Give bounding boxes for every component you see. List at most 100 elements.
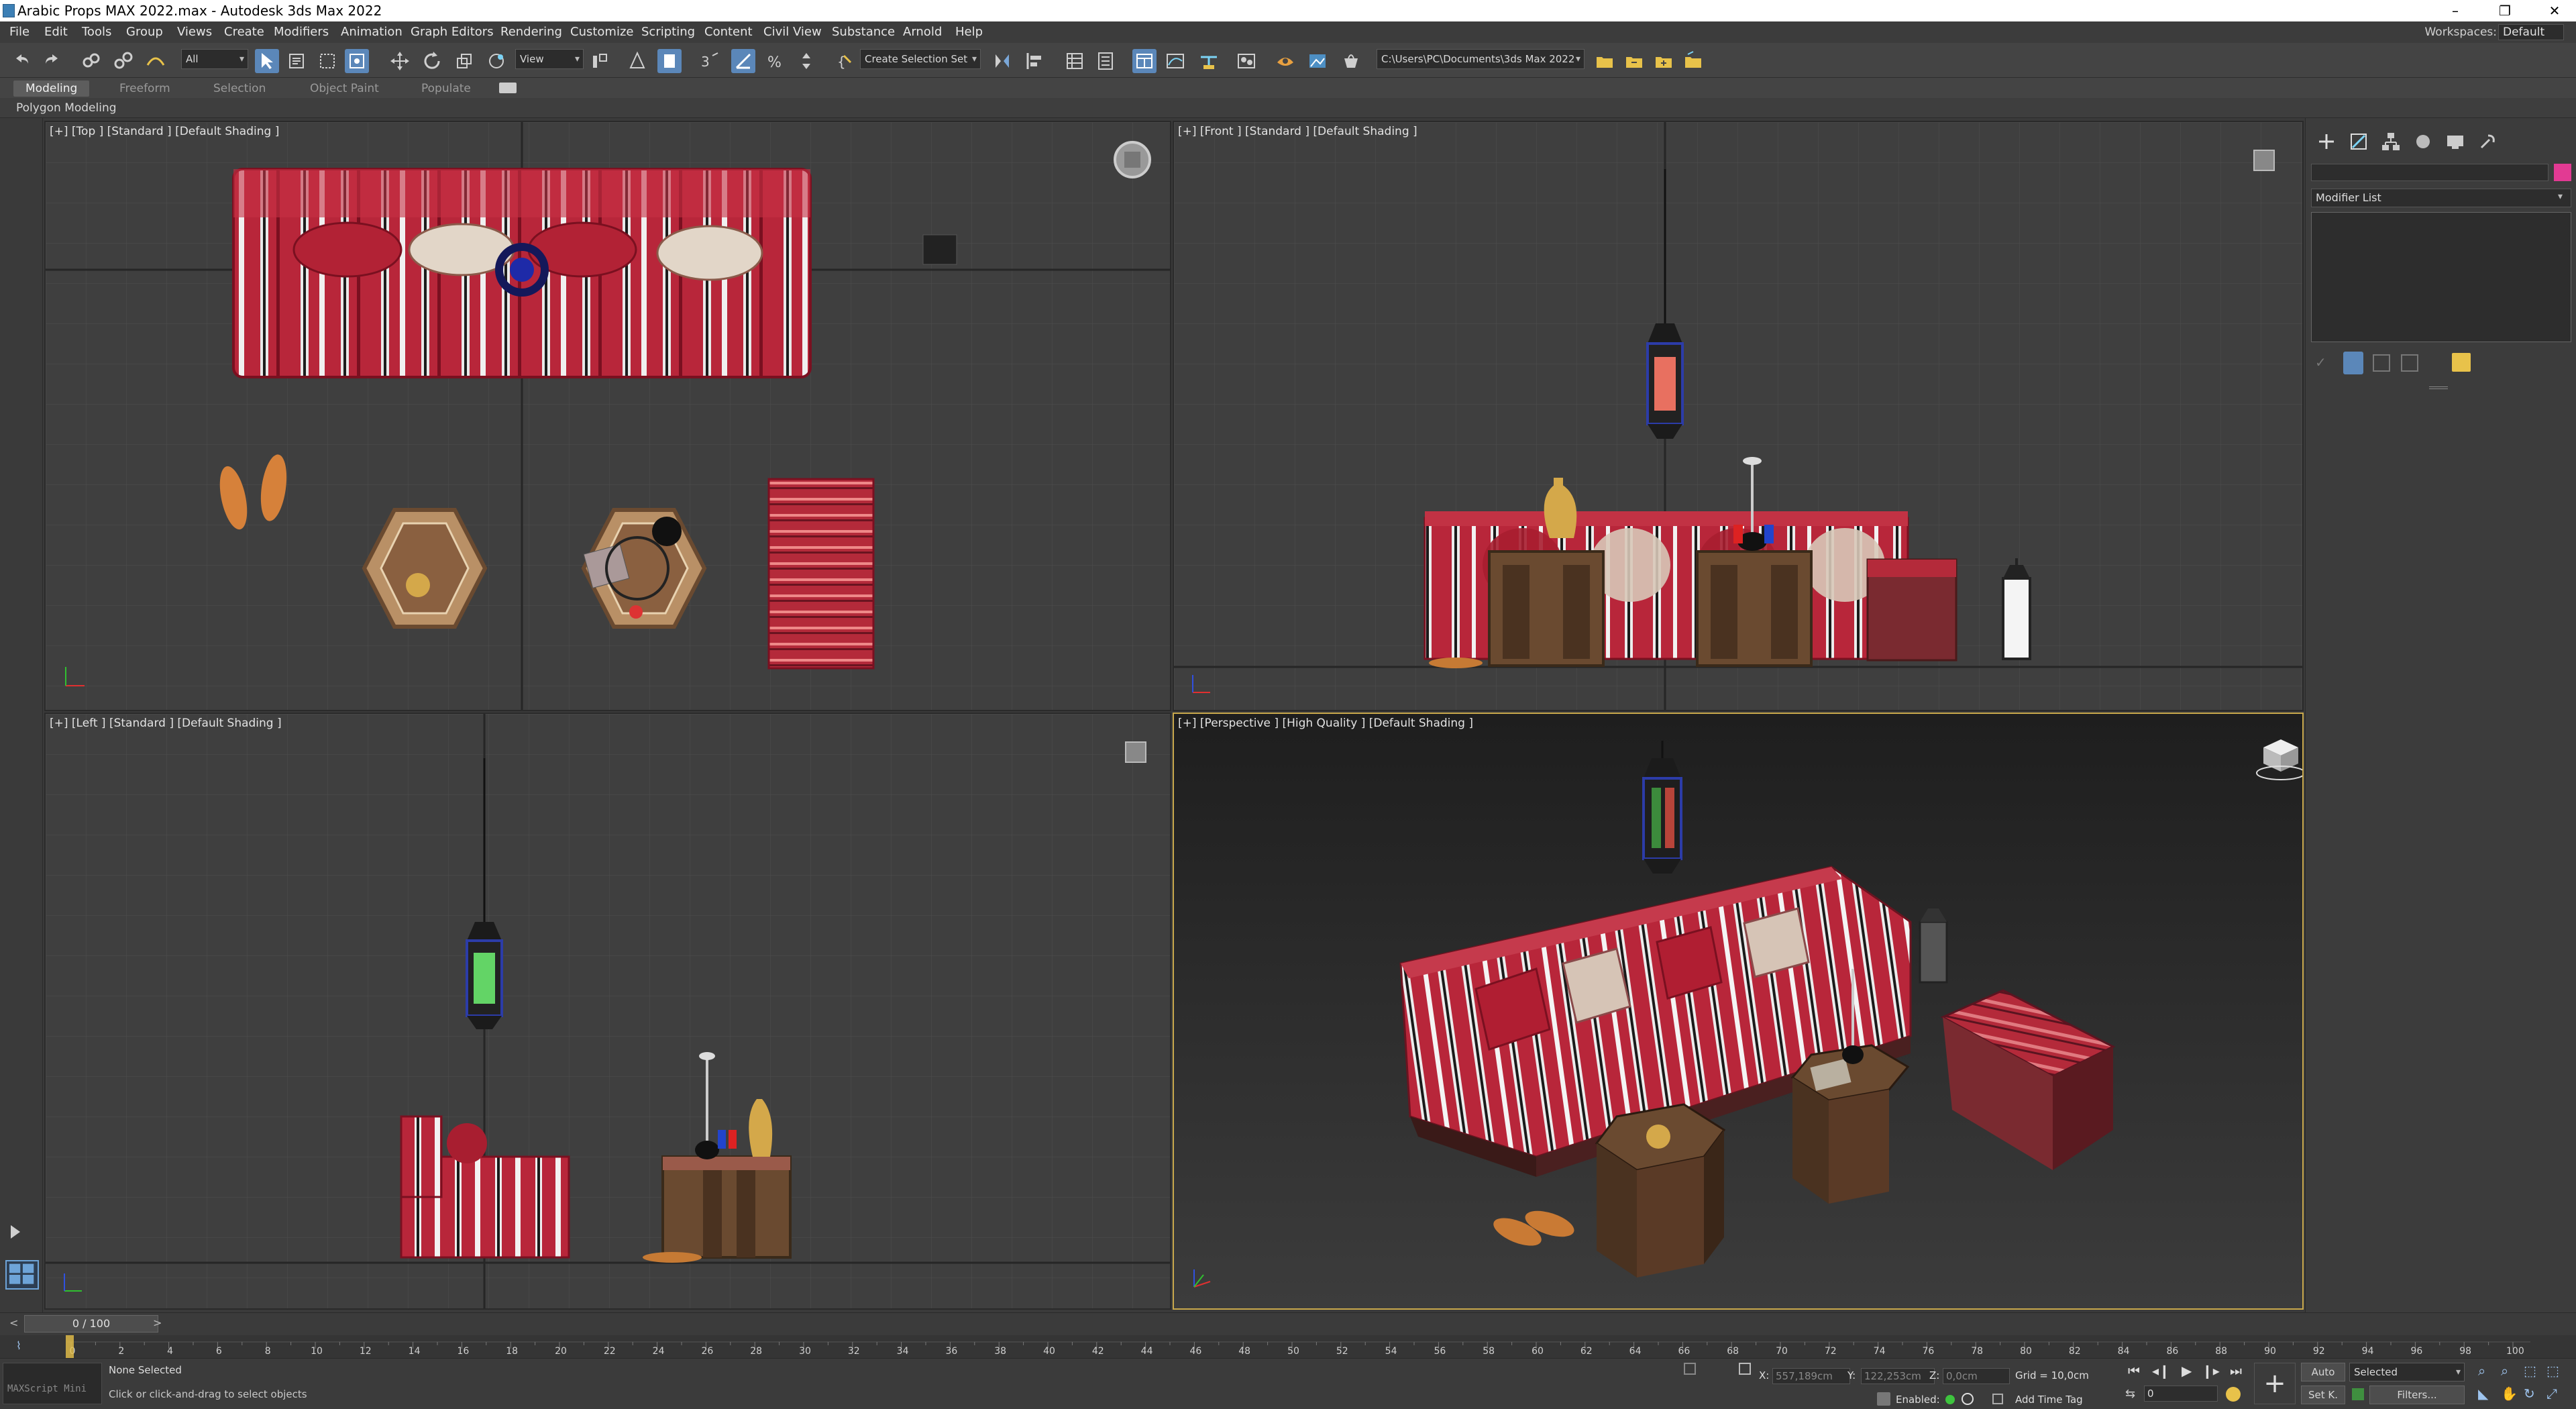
next-frame-icon[interactable]: ❙▸ (2202, 1363, 2220, 1379)
menu-graph-editors[interactable]: Graph Editors (411, 21, 494, 43)
menu-modifiers[interactable]: Modifiers (274, 21, 329, 43)
set-key-icon[interactable]: + (2254, 1363, 2296, 1404)
table-front-1[interactable] (1488, 550, 1605, 667)
viewport-left-label[interactable]: [+] [Left ] [Standard ] [Default Shading… (50, 717, 282, 730)
project-folder-icon[interactable] (1593, 49, 1617, 73)
maxscript-mini-listener[interactable]: MAXScript Mini (3, 1363, 102, 1404)
table-left-view[interactable] (661, 1155, 792, 1259)
edit-named-selection-icon[interactable]: { (832, 49, 856, 73)
remove-modifier-icon[interactable] (2401, 354, 2418, 372)
object-name-field[interactable] (2311, 164, 2548, 181)
viewport-left[interactable]: [+] [Left ] [Standard ] [Default Shading… (44, 713, 1171, 1310)
restore-button[interactable]: ❐ (2485, 0, 2525, 21)
zoom-all-icon[interactable]: ⌕ (2501, 1363, 2508, 1379)
current-frame-field[interactable]: 0 (2144, 1386, 2218, 1402)
menu-tools[interactable]: Tools (82, 21, 111, 43)
viewcube-front-icon[interactable] (2253, 150, 2275, 171)
object-color-swatch[interactable] (2554, 164, 2571, 181)
menu-file[interactable]: File (9, 21, 30, 43)
curve-editor-icon[interactable] (1163, 49, 1187, 73)
menu-help[interactable]: Help (955, 21, 983, 43)
ribbon-tab-object-paint[interactable]: Object Paint (298, 81, 391, 97)
menu-animation[interactable]: Animation (341, 21, 402, 43)
set-key-button[interactable]: Set K. (2301, 1386, 2345, 1404)
move-icon[interactable] (388, 49, 412, 73)
menu-civil-view[interactable]: Civil View (763, 21, 822, 43)
enabled-indicator[interactable] (1945, 1395, 1955, 1404)
menu-views[interactable]: Views (177, 21, 212, 43)
motion-tab-icon[interactable] (2412, 130, 2434, 153)
configure-modifier-sets-icon[interactable] (2452, 353, 2471, 372)
angle-snap-icon[interactable] (731, 49, 755, 73)
modifier-stack[interactable] (2311, 212, 2571, 342)
adaptive-degradation-icon[interactable] (1962, 1393, 1974, 1405)
viewport-front-label[interactable]: [+] [Front ] [Standard ] [Default Shadin… (1178, 125, 1417, 138)
undo-icon[interactable] (9, 49, 34, 73)
small-lantern-top[interactable] (922, 234, 957, 265)
scale-icon[interactable] (452, 49, 476, 73)
timeline-ruler[interactable]: 0246810121416182022242628303234363840424… (64, 1335, 2530, 1358)
time-slider-prev-icon[interactable]: < (9, 1316, 18, 1329)
key-mode-icon[interactable]: ⇆ (2125, 1387, 2135, 1401)
hex-table-perspective-2[interactable] (1790, 1044, 1910, 1204)
viewport-perspective[interactable]: [+] [Perspective ] [High Quality ] [Defa… (1173, 713, 2304, 1310)
select-and-manipulate-icon[interactable] (625, 49, 649, 73)
hanging-lantern-perspective[interactable] (1642, 741, 1682, 874)
rect-selection-icon[interactable] (315, 49, 339, 73)
place-icon[interactable] (484, 49, 508, 73)
ribbon-tab-populate[interactable]: Populate (409, 81, 483, 97)
menu-arnold[interactable]: Arnold (903, 21, 942, 43)
pivot-point-icon[interactable] (588, 49, 612, 73)
scene-explorer-icon[interactable] (1063, 49, 1087, 73)
snaps-toggle-icon[interactable]: 3 (698, 49, 722, 73)
zoom-icon[interactable]: ⌕ (2478, 1363, 2485, 1379)
project-folder-dropdown[interactable]: C:\Users\PC\Documents\3ds Max 2022 (1377, 49, 1585, 69)
cushion-top-4[interactable] (656, 225, 763, 281)
rendered-frame-window-icon[interactable] (1305, 49, 1330, 73)
rotate-icon[interactable] (420, 49, 444, 73)
time-slider-next-icon[interactable]: > (153, 1316, 162, 1329)
time-slider-frame[interactable]: 0 / 100 (24, 1315, 158, 1333)
auto-key-button[interactable]: Auto (2301, 1363, 2345, 1381)
menu-substance[interactable]: Substance (832, 21, 895, 43)
ribbon-options-icon[interactable] (499, 83, 517, 93)
named-selection-dropdown[interactable]: Create Selection Set (860, 49, 981, 69)
hanging-lantern-front[interactable] (1646, 323, 1684, 439)
time-configuration-icon[interactable] (2226, 1387, 2241, 1402)
time-slider[interactable]: < 0 / 100 > (0, 1312, 2576, 1335)
percent-snap-icon[interactable]: % (763, 49, 788, 73)
viewport-front[interactable]: [+] [Front ] [Standard ] [Default Shadin… (1173, 121, 2304, 711)
ribbon-tab-modeling[interactable]: Modeling (13, 81, 90, 97)
hanging-lantern-left[interactable] (466, 922, 503, 1029)
close-button[interactable]: ✕ (2534, 0, 2575, 21)
zoom-extents-all-icon[interactable]: ⬚ (2546, 1363, 2559, 1379)
key-filters-button[interactable]: Filters... (2369, 1386, 2465, 1404)
toggle-ribbon-icon[interactable] (1132, 49, 1157, 73)
workspace-dropdown[interactable]: Default (2498, 24, 2564, 40)
material-editor-icon[interactable] (1234, 49, 1258, 73)
menu-rendering[interactable]: Rendering (500, 21, 562, 43)
absolute-mode-icon[interactable] (1739, 1363, 1751, 1375)
render-production-icon[interactable] (1339, 49, 1363, 73)
menu-edit[interactable]: Edit (44, 21, 68, 43)
x-coordinate-field[interactable]: 557,189cm (1772, 1368, 1850, 1384)
link-icon[interactable] (79, 49, 103, 73)
selection-filter-dropdown[interactable]: All (181, 49, 248, 69)
floor-lantern-front[interactable] (2002, 558, 2031, 660)
y-coordinate-field[interactable]: 122,253cm (1861, 1368, 1935, 1384)
reference-coordinate-dropdown[interactable]: View (515, 49, 584, 69)
z-coordinate-field[interactable]: 0,0cm (1943, 1368, 2010, 1384)
select-object-icon[interactable] (255, 49, 279, 73)
table-front-2[interactable] (1696, 550, 1813, 667)
slippers-perspective[interactable] (1490, 1206, 1577, 1251)
minimize-button[interactable]: – (2435, 0, 2475, 21)
menu-customize[interactable]: Customize (570, 21, 633, 43)
key-filter-dropdown[interactable]: Selected (2349, 1363, 2465, 1381)
new-project-icon[interactable] (1652, 49, 1676, 73)
track-bar[interactable]: ⌇ 02468101214161820222426283032343638404… (0, 1335, 2576, 1358)
render-setup-icon[interactable] (1273, 49, 1297, 73)
viewcube-perspective-icon[interactable] (2256, 739, 2304, 780)
hierarchy-tab-icon[interactable] (2379, 130, 2402, 153)
viewport-layouts-icon[interactable] (5, 1260, 39, 1290)
menu-group[interactable]: Group (126, 21, 163, 43)
